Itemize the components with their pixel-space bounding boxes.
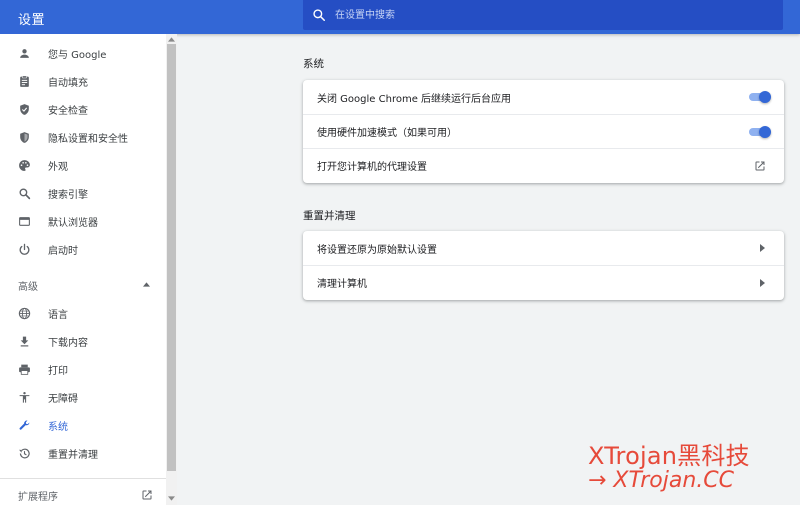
sidebar-item-safety-check[interactable]: 安全检查 xyxy=(0,95,166,123)
sidebar-item-on-startup[interactable]: 启动时 xyxy=(0,235,166,263)
row-cleanup-computer[interactable]: 清理计算机 xyxy=(303,265,784,299)
section-title-system: 系统 xyxy=(303,58,324,70)
sidebar-item-label: 下载内容 xyxy=(48,337,88,349)
browser-icon xyxy=(19,216,30,226)
sidebar-item-label: 安全检查 xyxy=(48,105,88,117)
top-bar: 设置 xyxy=(0,0,800,34)
system-card: 关闭 Google Chrome 后继续运行后台应用 使用硬件加速模式（如果可用… xyxy=(303,80,784,183)
accessibility-icon xyxy=(19,391,30,403)
watermark-url: → XTrojan.CC xyxy=(588,468,734,493)
sidebar-item-label: 启动时 xyxy=(48,245,78,257)
sidebar-item-you-and-google[interactable]: 您与 Google xyxy=(0,39,166,67)
sidebar-item-languages[interactable]: 语言 xyxy=(0,299,166,327)
row-label: 使用硬件加速模式（如果可用） xyxy=(317,128,457,139)
sidebar-item-default-browser[interactable]: 默认浏览器 xyxy=(0,207,166,235)
sidebar-item-system[interactable]: 系统 xyxy=(0,411,166,439)
open-in-new-icon[interactable] xyxy=(754,160,766,172)
arrow-right-icon xyxy=(760,244,765,252)
search-icon xyxy=(313,9,326,22)
wrench-icon xyxy=(19,420,30,430)
background-apps-toggle[interactable] xyxy=(747,91,771,103)
sidebar-section-advanced[interactable]: 高级 xyxy=(0,273,166,297)
scroll-down-arrow-icon[interactable] xyxy=(168,496,175,501)
globe-icon xyxy=(18,307,31,319)
row-background-apps[interactable]: 关闭 Google Chrome 后继续运行后台应用 xyxy=(303,80,784,114)
row-label: 将设置还原为原始默认设置 xyxy=(317,244,437,256)
search-input[interactable] xyxy=(335,0,775,30)
download-icon xyxy=(20,336,29,346)
reset-card: 将设置还原为原始默认设置 清理计算机 xyxy=(303,231,784,300)
clipboard-icon xyxy=(20,75,29,87)
shield-check-icon xyxy=(20,103,29,115)
sidebar-item-label: 您与 Google xyxy=(48,49,107,61)
printer-icon xyxy=(19,364,30,375)
sidebar-item-label: 无障碍 xyxy=(48,393,78,405)
person-icon xyxy=(20,48,29,58)
sidebar-section-label: 高级 xyxy=(18,281,38,293)
main-content: 系统 关闭 Google Chrome 后继续运行后台应用 使用硬件加速模式（如… xyxy=(177,34,800,505)
sidebar-item-search-engine[interactable]: 搜索引擎 xyxy=(0,179,166,207)
sidebar-item-reset[interactable]: 重置并清理 xyxy=(0,439,166,467)
search-icon xyxy=(19,187,31,199)
history-icon xyxy=(19,448,30,458)
sidebar-item-label: 自动填充 xyxy=(48,77,88,89)
shield-icon xyxy=(20,131,29,143)
page-title: 设置 xyxy=(18,13,46,28)
toggle-knob xyxy=(759,126,771,138)
open-in-new-icon xyxy=(142,490,152,500)
hardware-acceleration-toggle[interactable] xyxy=(747,126,771,138)
sidebar-item-label: 扩展程序 xyxy=(18,491,58,503)
sidebar-item-accessibility[interactable]: 无障碍 xyxy=(0,383,166,411)
sidebar-scrollbar-thumb[interactable] xyxy=(167,44,176,471)
palette-icon xyxy=(19,159,30,171)
arrow-right-icon xyxy=(760,279,765,287)
row-label: 打开您计算机的代理设置 xyxy=(317,162,427,173)
row-label: 关闭 Google Chrome 后继续运行后台应用 xyxy=(317,93,512,105)
sidebar-item-label: 隐私设置和安全性 xyxy=(48,133,128,145)
caret-up-icon xyxy=(143,282,150,287)
watermark: XTrojan黑科技 → XTrojan.CC xyxy=(588,436,788,496)
sidebar-item-label: 打印 xyxy=(48,365,68,377)
sidebar-item-downloads[interactable]: 下载内容 xyxy=(0,327,166,355)
sidebar-item-autofill[interactable]: 自动填充 xyxy=(0,67,166,95)
power-icon xyxy=(19,243,30,255)
sidebar-item-label: 重置并清理 xyxy=(48,449,98,461)
sidebar-divider xyxy=(0,478,166,479)
toggle-knob xyxy=(759,91,771,103)
watermark-brand: XTrojan黑科技 xyxy=(588,442,750,470)
sidebar-item-privacy[interactable]: 隐私设置和安全性 xyxy=(0,123,166,151)
row-label: 清理计算机 xyxy=(317,279,367,290)
scroll-up-arrow-icon[interactable] xyxy=(168,37,175,42)
sidebar-item-appearance[interactable]: 外观 xyxy=(0,151,166,179)
sidebar-item-printing[interactable]: 打印 xyxy=(0,355,166,383)
sidebar-item-extensions[interactable]: 扩展程序 xyxy=(0,483,166,505)
search-box[interactable] xyxy=(303,0,783,30)
section-title-reset: 重置并清理 xyxy=(303,210,356,222)
row-restore-defaults[interactable]: 将设置还原为原始默认设置 xyxy=(303,231,784,265)
sidebar-item-label: 默认浏览器 xyxy=(48,217,98,229)
sidebar-item-label: 外观 xyxy=(48,161,68,173)
row-proxy-settings[interactable]: 打开您计算机的代理设置 xyxy=(303,148,784,182)
sidebar-item-label: 系统 xyxy=(48,421,68,433)
row-hardware-acceleration[interactable]: 使用硬件加速模式（如果可用） xyxy=(303,114,784,148)
sidebar: 您与 Google 自动填充 安全检查 隐私设置和安全性 外观 搜索引擎 默认浏… xyxy=(0,34,177,505)
sidebar-item-label: 搜索引擎 xyxy=(48,189,88,201)
sidebar-item-label: 语言 xyxy=(48,309,68,321)
